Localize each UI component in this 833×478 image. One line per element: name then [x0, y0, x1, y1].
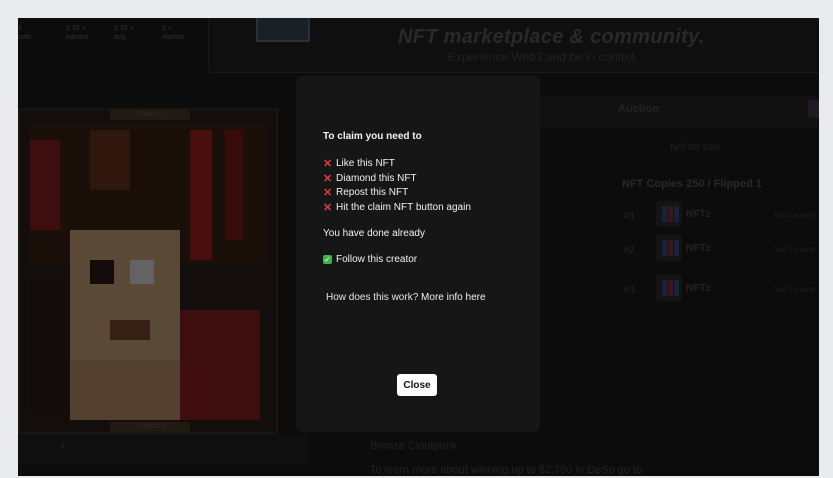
checkmark-icon: ✓: [323, 255, 332, 264]
copy-row[interactable]: #1 NFTz Not for sale: [618, 201, 818, 231]
how-it-works: How does this work? More info here: [326, 292, 486, 303]
cross-icon: ✕: [323, 201, 333, 214]
hero-subtitle: Experience Web3 and be in control.: [448, 50, 638, 64]
copy-thumbnail: [656, 275, 682, 301]
art-bottom-label: Cloutpunk: [110, 422, 190, 432]
collection-name: Bronze Cloutpunk: [370, 440, 458, 452]
learn-more-text: To learn more about winning up to $2,750…: [370, 464, 643, 476]
stat-earned: 2.32 » earned: [66, 25, 88, 41]
art-top-label: Season 1: [110, 110, 190, 120]
stat-sold: 1 sold: [18, 25, 31, 41]
creator-stats: 1 sold 2.32 » earned 2.32 » avg. 2 » market: [18, 24, 196, 42]
requirement-item: ✕ Repost this NFT: [323, 187, 409, 199]
done-heading: You have done already: [323, 228, 425, 239]
requirement-item: ✕ Hit the claim NFT button again: [323, 201, 471, 214]
auction-button[interactable]: [808, 100, 819, 118]
auction-label: Auction: [618, 103, 659, 115]
cross-icon: ✕: [323, 187, 333, 199]
cross-icon: ✕: [323, 158, 333, 170]
cross-icon: ✕: [323, 172, 333, 185]
copy-row[interactable]: #3 NFTz Not for sale: [618, 275, 818, 305]
copies-title: NFT Copies 250 / Flipped 1: [622, 178, 762, 190]
claim-modal: To claim you need to ✕ Like this NFT ✕ Dia…: [296, 76, 540, 432]
more-info-link[interactable]: More info here: [421, 292, 485, 303]
hero-thumbnail: [256, 18, 310, 42]
stat-avg: 2.32 » avg.: [114, 25, 134, 41]
copy-thumbnail: [656, 235, 682, 261]
requirements-list: ✕ Like this NFT ✕ Diamond this NFT ✕ Repost…: [323, 157, 471, 215]
auction-status: Not for sale: [670, 142, 722, 153]
stat-market: 2 » market: [162, 25, 184, 41]
requirement-item: ✕ Diamond this NFT: [323, 172, 417, 185]
close-button[interactable]: Close: [397, 374, 437, 396]
chevron-right-icon[interactable]: ›: [60, 436, 65, 452]
modal-heading: To claim you need to: [323, 131, 422, 142]
nft-artwork[interactable]: Season 1 Cloutpunk: [18, 108, 278, 434]
hero-title: NFT marketplace & community.: [398, 26, 705, 48]
copy-thumbnail: [656, 201, 682, 227]
requirement-item: ✕ Like this NFT: [323, 158, 395, 170]
copy-row[interactable]: #2 NFTz Not for sale: [618, 235, 818, 265]
done-item: ✓ Follow this creator: [323, 254, 418, 265]
